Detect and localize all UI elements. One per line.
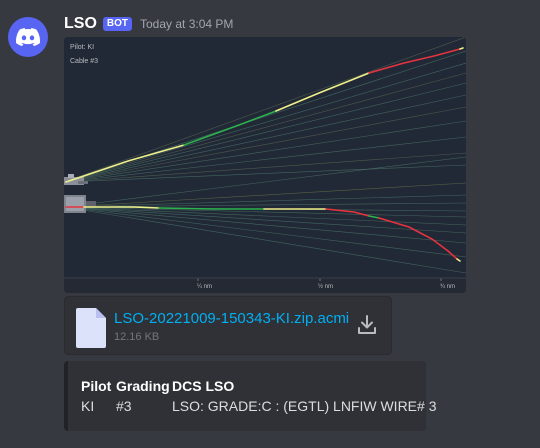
field-value: LSO: GRADE:C : (EGTL) LNFIW WIRE# 3	[172, 398, 437, 414]
x-tick-label: ¾ nm	[440, 284, 455, 290]
embed-field-dcs-lso: DCS LSO LSO: GRADE:C : (EGTL) LNFIW WIRE…	[172, 378, 436, 414]
embed-field-pilot: Pilot KI	[81, 378, 111, 414]
x-tick-label: ½ nm	[318, 283, 333, 290]
field-name: DCS LSO	[172, 378, 235, 394]
field-value: #3	[116, 398, 132, 414]
field-name: Grading	[116, 378, 170, 394]
download-icon[interactable]	[358, 315, 376, 335]
file-size: 12.16 KB	[114, 331, 160, 343]
glideslope-trace-segment	[459, 47, 464, 50]
bot-badge: BOT	[102, 17, 132, 31]
field-value: KI	[81, 398, 95, 414]
lso-embed: Pilot KI Grading #3 DCS LSO LSO: GRADE:C…	[64, 361, 436, 431]
cable-annotation: Cable #3	[70, 58, 98, 65]
message-timestamp[interactable]: Today at 3:04 PM	[140, 17, 233, 31]
document-icon	[76, 308, 106, 348]
file-name-link[interactable]: LSO-20221009-150343-KI.zip.acmi	[114, 310, 349, 327]
field-name: Pilot	[81, 378, 112, 394]
discord-logo-icon	[16, 28, 40, 46]
pilot-annotation: Pilot: KI	[70, 44, 94, 51]
file-attachment: LSO-20221009-150343-KI.zip.acmi 12.16 KB	[64, 296, 392, 355]
chart-svg: Pilot: KI Cable #3 ¼ nm ½ nm ¾ nm	[64, 37, 466, 293]
x-tick-label: ¼ nm	[197, 284, 212, 290]
lso-trajectory-chart[interactable]: Pilot: KI Cable #3 ¼ nm ½ nm ¾ nm	[64, 37, 466, 293]
embed-field-grading: Grading #3	[116, 378, 170, 414]
bot-avatar[interactable]	[8, 17, 48, 57]
author-name[interactable]: LSO	[64, 15, 97, 33]
message-header: LSO BOT Today at 3:04 PM	[64, 14, 233, 34]
